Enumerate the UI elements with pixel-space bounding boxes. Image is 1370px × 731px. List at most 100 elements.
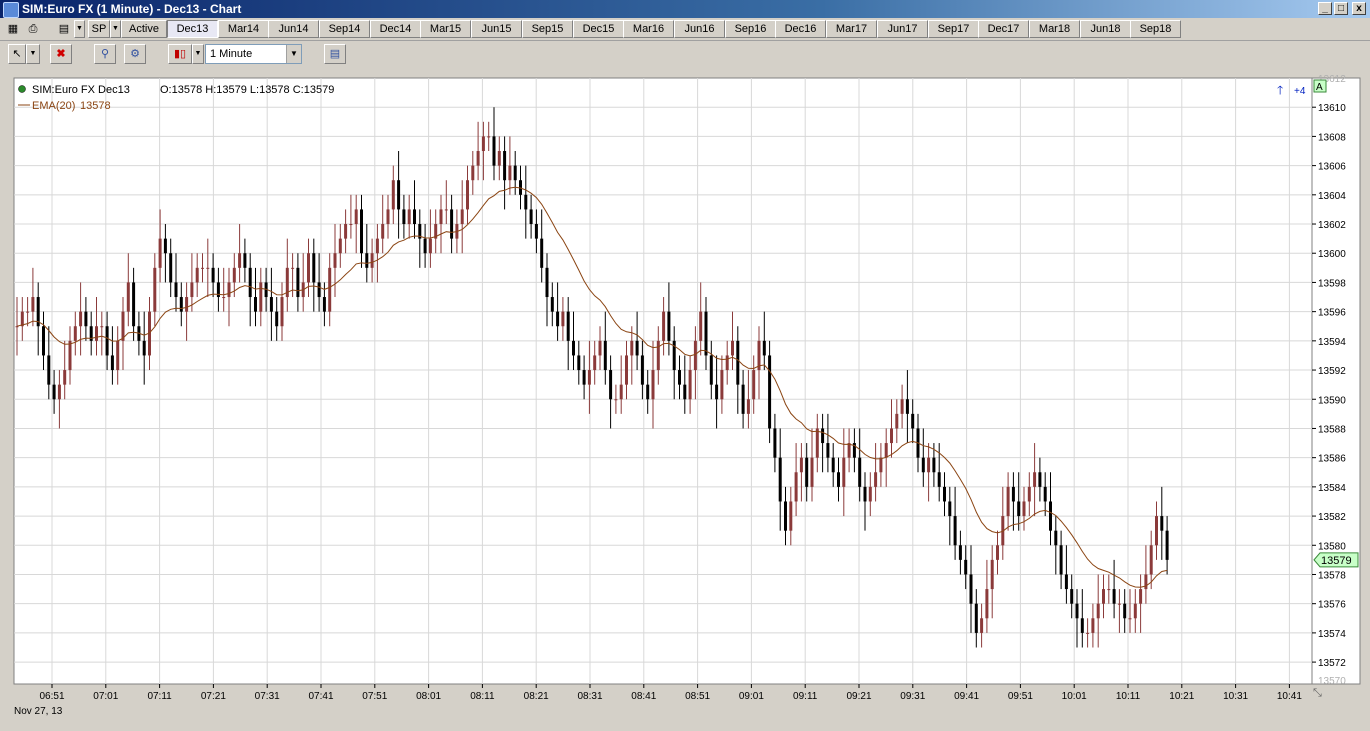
price-bar-body xyxy=(503,151,507,181)
scroll-count[interactable]: +4 xyxy=(1294,86,1306,97)
chart-style-icon[interactable]: ▮▯ xyxy=(168,44,192,64)
tab-mar14[interactable]: Mar14 xyxy=(218,20,269,38)
cursor-dropdown[interactable]: ▼ xyxy=(26,44,40,64)
price-bar-body xyxy=(577,355,581,371)
window-title: SIM:Euro FX (1 Minute) - Dec13 - Chart xyxy=(22,2,242,16)
price-bar-body xyxy=(439,209,443,225)
price-bar-body xyxy=(709,355,713,385)
price-bar-body xyxy=(683,384,687,400)
y-tick-label: 13600 xyxy=(1318,249,1346,260)
maximize-button[interactable]: □ xyxy=(1334,2,1348,15)
tab-mar17[interactable]: Mar17 xyxy=(826,20,877,38)
x-tick-label: 09:21 xyxy=(846,691,871,702)
x-tick-label: 07:01 xyxy=(93,691,118,702)
indicators-icon[interactable]: ⚲ xyxy=(94,44,116,64)
scroll-up-icon[interactable]: 🡑 xyxy=(1277,83,1283,97)
price-bar-body xyxy=(529,209,533,225)
print-icon[interactable]: ⎙ xyxy=(24,20,42,38)
x-tick-label: 08:31 xyxy=(577,691,602,702)
tab-sep17[interactable]: Sep17 xyxy=(928,20,979,38)
tab-dec15[interactable]: Dec15 xyxy=(573,20,624,38)
price-bar-body xyxy=(980,618,984,633)
cursor-icon[interactable]: ↖ xyxy=(8,44,26,64)
tab-dec17[interactable]: Dec17 xyxy=(978,20,1029,38)
y-tick-label: 13592 xyxy=(1318,366,1346,377)
tab-sep15[interactable]: Sep15 xyxy=(522,20,573,38)
chart-area[interactable]: 13572 13574 13576 13578 13580 13582 13584 13586… xyxy=(0,68,1370,728)
x-tick-label: 09:11 xyxy=(793,691,818,702)
tab-sep18[interactable]: Sep18 xyxy=(1130,20,1181,38)
data-box-icon[interactable]: ▤ xyxy=(324,44,346,64)
remove-drawings-icon[interactable]: ✖ xyxy=(50,44,72,64)
price-bar-body xyxy=(566,311,570,341)
chart-style-dropdown[interactable]: ▼ xyxy=(192,44,204,64)
x-tick-label: 10:01 xyxy=(1062,691,1087,702)
minimize-button[interactable]: _ xyxy=(1318,2,1332,15)
price-bar-body xyxy=(1149,545,1153,575)
tab-dec16[interactable]: Dec16 xyxy=(775,20,826,38)
tab-mar15[interactable]: Mar15 xyxy=(420,20,471,38)
price-bar-body xyxy=(497,151,501,166)
price-bar-body xyxy=(487,136,491,138)
tab-jun16[interactable]: Jun16 xyxy=(674,20,725,38)
price-bar-body xyxy=(826,443,830,458)
price-bar-body xyxy=(810,457,814,487)
price-bar-body xyxy=(291,267,295,269)
price-bar-body xyxy=(1070,589,1074,604)
close-button[interactable]: x xyxy=(1352,2,1366,15)
tab-mar16[interactable]: Mar16 xyxy=(623,20,674,38)
instrument-list-icon[interactable]: ▤ xyxy=(54,20,74,38)
price-bar-body xyxy=(545,267,549,298)
price-bar-body xyxy=(603,340,607,371)
y-tick-label: 13574 xyxy=(1318,629,1346,640)
strategies-icon[interactable]: ⚙ xyxy=(124,44,146,64)
tab-jun15[interactable]: Jun15 xyxy=(471,20,522,38)
price-bar-body xyxy=(953,516,957,546)
x-tick-label: 08:41 xyxy=(631,691,656,702)
price-bar-body xyxy=(587,370,591,385)
tab-active[interactable]: Active xyxy=(121,20,167,38)
resize-grip-icon[interactable]: ⤡ xyxy=(1313,687,1322,699)
price-bar-body xyxy=(996,545,999,560)
x-tick-label: 10:11 xyxy=(1116,691,1141,702)
price-bar-body xyxy=(1064,574,1068,590)
tab-dec14[interactable]: Dec14 xyxy=(370,20,421,38)
chevron-down-icon[interactable]: ▼ xyxy=(286,45,301,63)
tab-jun18[interactable]: Jun18 xyxy=(1080,20,1131,38)
price-bar-body xyxy=(799,457,803,473)
instrument-name[interactable]: SP xyxy=(88,20,110,38)
price-bar-body xyxy=(381,224,385,239)
price-bar-body xyxy=(932,457,936,473)
tab-jun14[interactable]: Jun14 xyxy=(268,20,319,38)
price-bar-body xyxy=(1075,603,1079,619)
price-bar-body xyxy=(466,180,469,210)
price-bar-body xyxy=(195,267,199,283)
price-bar-body xyxy=(646,384,650,400)
tab-mar18[interactable]: Mar18 xyxy=(1029,20,1080,38)
instrument-list-dropdown[interactable]: ▼ xyxy=(74,20,85,38)
price-bar-body xyxy=(969,574,973,604)
tab-sep14[interactable]: Sep14 xyxy=(319,20,370,38)
price-chart[interactable]: 13572 13574 13576 13578 13580 13582 13584 13586… xyxy=(0,68,1370,728)
tab-dec13[interactable]: Dec13 xyxy=(167,20,218,38)
chart-properties-icon[interactable]: ▦ xyxy=(4,20,22,38)
price-bar-body xyxy=(248,267,252,298)
x-tick-label: 08:01 xyxy=(416,691,441,702)
price-bar-body xyxy=(964,559,968,575)
price-bar-body xyxy=(317,282,321,298)
instrument-dropdown[interactable]: ▼ xyxy=(110,20,121,38)
price-bar-body xyxy=(1033,472,1037,487)
price-bar-body xyxy=(206,267,210,269)
tab-sep16[interactable]: Sep16 xyxy=(725,20,776,38)
instrument-toolbar: ▦ ⎙ ▤ ▼ SP ▼ Active Dec13 Mar14 Jun14 Sep14 D… xyxy=(0,18,1370,41)
timeframe-select[interactable]: 1 Minute ▼ xyxy=(205,44,302,64)
price-bar-body xyxy=(275,311,279,327)
price-bar-body xyxy=(365,253,369,268)
price-bar-body xyxy=(110,355,114,371)
tab-jun17[interactable]: Jun17 xyxy=(877,20,928,38)
price-bar-body xyxy=(481,136,485,152)
price-bar-body xyxy=(905,399,909,414)
price-bar-body xyxy=(863,486,867,502)
price-bar-body xyxy=(1011,486,1015,502)
price-bar-body xyxy=(572,340,575,356)
